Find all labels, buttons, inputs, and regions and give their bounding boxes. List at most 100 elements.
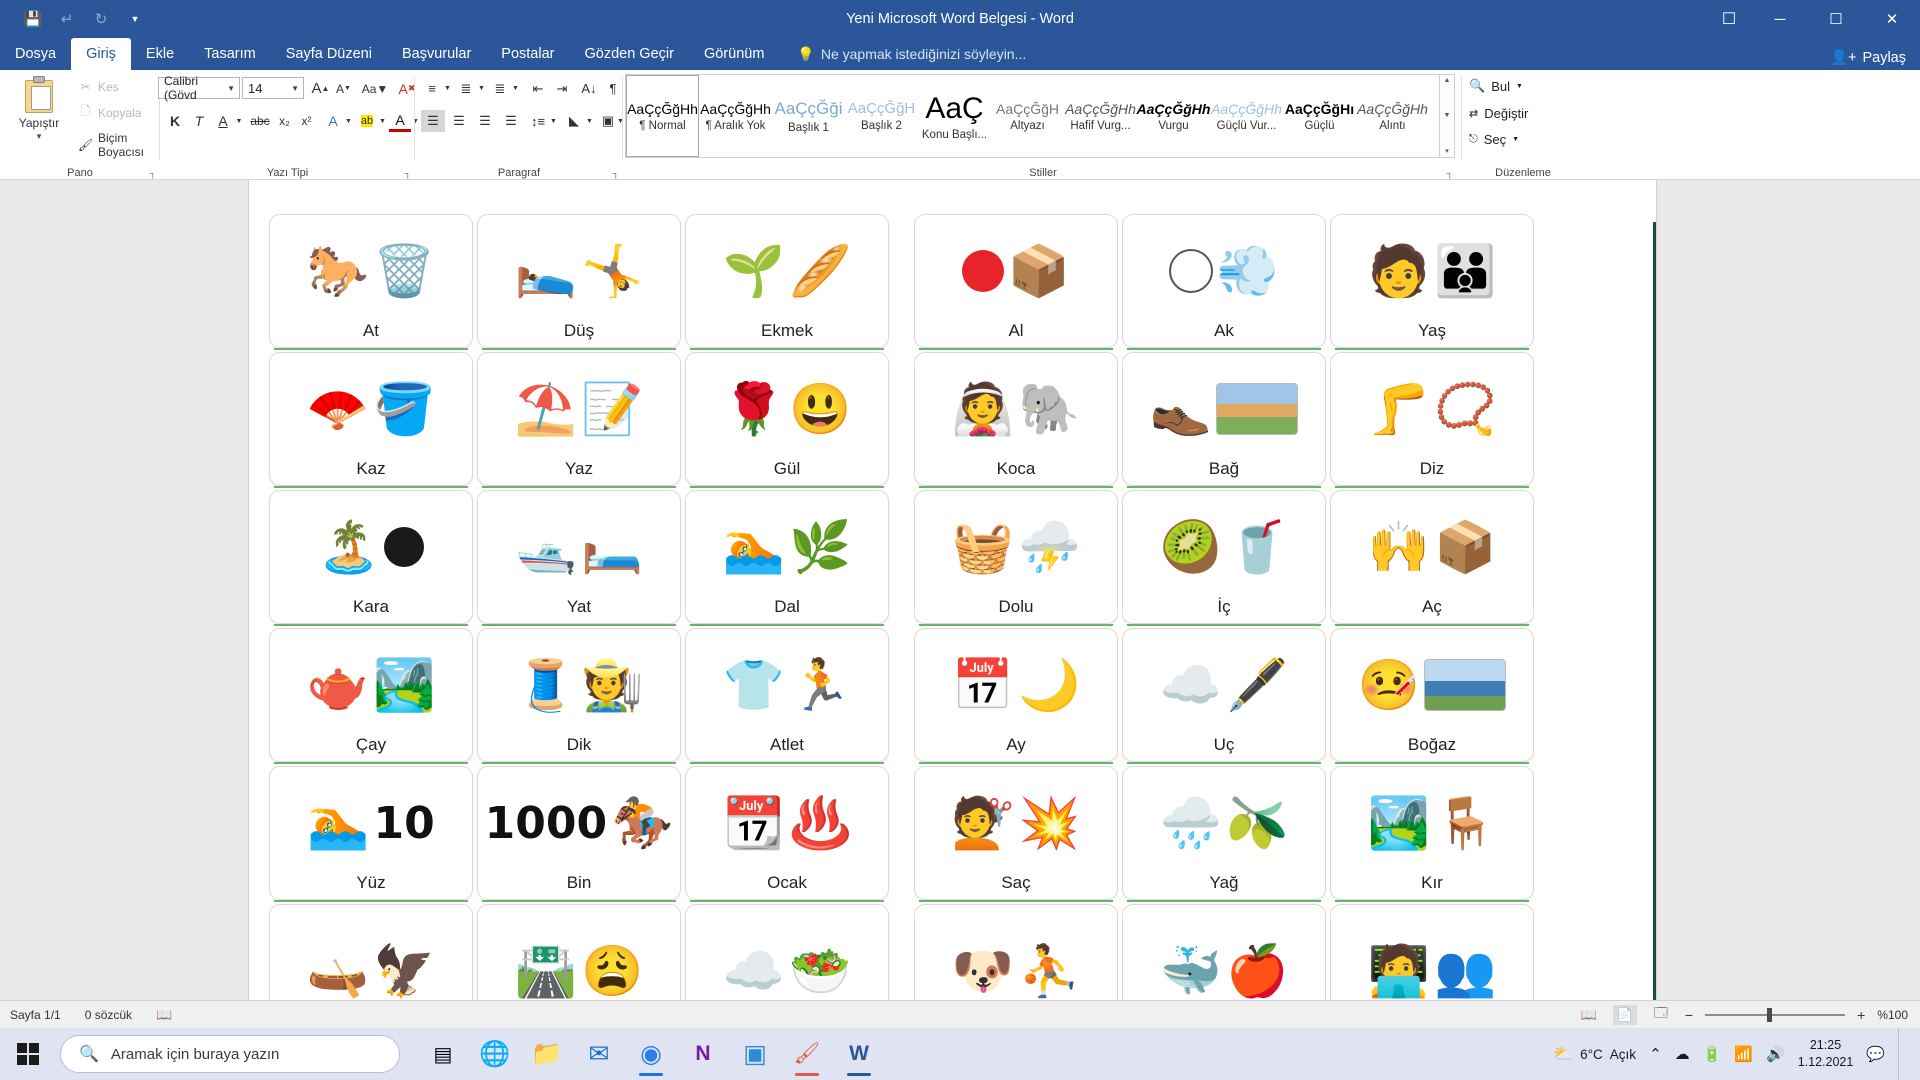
font-color-button[interactable]: A [389, 110, 411, 132]
replace-button[interactable]: ⇄ Değiştir [1469, 106, 1528, 121]
sort-button[interactable]: A↓ [577, 78, 601, 99]
web-layout-button[interactable]: 🗔 [1649, 1005, 1673, 1025]
subscript-button[interactable]: x₂ [274, 110, 295, 132]
select-caret-icon[interactable]: ▼ [1512, 136, 1519, 143]
shading-caret-icon[interactable]: ▼ [584, 110, 595, 132]
tab-tasarim[interactable]: Tasarım [189, 38, 271, 70]
scroll-up-icon[interactable]: ▲ [1444, 77, 1451, 84]
text-highlight-caret-icon[interactable]: ▼ [377, 110, 388, 132]
text-highlight-button[interactable]: ab [356, 110, 378, 132]
vocabulary-card[interactable]: 📆 ♨️ Ocak [685, 766, 889, 902]
battery-icon[interactable]: 🔋 [1703, 1045, 1722, 1063]
copy-button[interactable]: 🗋 Kopyala [78, 104, 142, 120]
style-vurgu[interactable]: AaÇçĞğHh Vurgu [1137, 75, 1211, 157]
style-baslik-2[interactable]: AaÇçĞğH Başlık 2 [845, 75, 918, 157]
styles-dialog-launcher[interactable]: ┐ [1447, 168, 1453, 178]
zoom-level-label[interactable]: %100 [1877, 1008, 1908, 1022]
edge-icon[interactable]: 🌐 [474, 1031, 516, 1077]
document-canvas[interactable]: 🐎 🗑️ At 🛌 🤸 Düş 🌱 🥖 Ekmek 📦 Al 💨 Ak 🧑 👪 Yaş 🪭 🪣 Kaz ⛱️ 📝 Yaz 🌹… [0, 180, 1920, 1000]
change-case-button[interactable]: Aa▼ [360, 78, 390, 99]
document-page[interactable]: 🐎 🗑️ At 🛌 🤸 Düş 🌱 🥖 Ekmek 📦 Al 💨 Ak 🧑 👪 Yaş 🪭 🪣 Kaz ⛱️ 📝 Yaz 🌹… [249, 180, 1656, 1000]
style-aralik-yok[interactable]: AaÇçĞğHh ¶ Aralık Yok [699, 75, 772, 157]
vocabulary-card[interactable]: 🏞️ 🪑 Kır [1330, 766, 1534, 902]
style-normal[interactable]: AaÇçĞğHh ¶ Normal [626, 75, 699, 157]
font-name-combobox[interactable]: Calibri (Gövd ▼ [158, 74, 240, 102]
redo-icon[interactable]: ↻ [86, 6, 116, 32]
text-effects-button[interactable]: A [322, 110, 344, 132]
ribbon-display-options-icon[interactable]: ☐ [1706, 0, 1752, 38]
styles-gallery-scrollbar[interactable]: ▲ ▼ ▾ [1440, 74, 1455, 158]
file-explorer-icon[interactable]: 📁 [526, 1031, 568, 1077]
vocabulary-card[interactable]: 🏊 🌿 Dal [685, 490, 889, 626]
tab-gozden-gecir[interactable]: Gözden Geçir [569, 38, 688, 70]
tab-giris[interactable]: Giriş [71, 38, 131, 70]
chrome-icon[interactable]: ◉ [630, 1031, 672, 1077]
vocabulary-card[interactable]: 💨 Ak [1122, 214, 1326, 350]
vocabulary-card[interactable]: 🛣️ 😩 [477, 904, 681, 1000]
vocabulary-card[interactable]: 🌧️ 🫒 Yağ [1122, 766, 1326, 902]
show-formatting-marks-button[interactable]: ¶ [603, 78, 623, 99]
align-left-button[interactable]: ☰ [421, 110, 445, 132]
read-mode-button[interactable]: 📖 [1577, 1005, 1601, 1025]
style-konu-basligi[interactable]: AaÇ Konu Başlı... [918, 75, 991, 157]
italic-button[interactable]: T [188, 110, 210, 132]
taskbar-search-box[interactable]: 🔍 Aramak için buraya yazın [60, 1035, 400, 1073]
vocabulary-card[interactable]: 🧺 ⛈️ Dolu [914, 490, 1118, 626]
vocabulary-card[interactable]: 🧵 🧑‍🌾 Dik [477, 628, 681, 764]
vocabulary-card[interactable]: 🛥️ 🛏️ Yat [477, 490, 681, 626]
style-altyazi[interactable]: AaÇçĞğH Altyazı [991, 75, 1064, 157]
scroll-down-icon[interactable]: ▼ [1444, 112, 1451, 119]
grow-font-button[interactable]: A ▲ [310, 78, 331, 99]
format-painter-button[interactable]: 🖌 Biçim Boyacısı [78, 131, 160, 159]
pano-dialog-launcher[interactable]: ┐ [150, 168, 156, 178]
undo-icon[interactable]: ↵ [52, 6, 82, 32]
paste-button[interactable]: Yapıştır ▼ [6, 76, 72, 141]
vocabulary-card[interactable]: 🦵 📿 Diz [1330, 352, 1534, 488]
zoom-slider-thumb[interactable] [1767, 1007, 1773, 1022]
find-button[interactable]: 🔍 Bul ▼ [1469, 78, 1523, 94]
styles-gallery[interactable]: AaÇçĞğHh ¶ Normal AaÇçĞğHh ¶ Aralık Yok … [625, 74, 1440, 158]
vocabulary-card[interactable]: 👰 🐘 Koca [914, 352, 1118, 488]
font-name-caret-icon[interactable]: ▼ [227, 84, 239, 93]
superscript-button[interactable]: x² [296, 110, 317, 132]
bold-button[interactable]: K [164, 110, 186, 132]
cut-button[interactable]: ✂ Kes [78, 79, 118, 94]
print-layout-button[interactable]: 📄 [1612, 1004, 1637, 1025]
zoom-out-button[interactable]: − [1685, 1007, 1693, 1023]
zoom-in-button[interactable]: + [1857, 1007, 1865, 1023]
styles-more-icon[interactable]: ▾ [1445, 147, 1449, 155]
shading-button[interactable]: ◣ [563, 110, 585, 132]
line-spacing-caret-icon[interactable]: ▼ [548, 110, 559, 132]
show-desktop-button[interactable] [1898, 1028, 1910, 1080]
vocabulary-card[interactable]: 🌹 😃 Gül [685, 352, 889, 488]
vocabulary-card[interactable]: 🛌 🤸 Düş [477, 214, 681, 350]
tell-me-search[interactable]: 💡 Ne yapmak istediğinizi söyleyin... [779, 38, 1026, 70]
multilevel-list-button[interactable]: ≣ [489, 78, 511, 99]
vocabulary-card[interactable]: 🏝️ Kara [269, 490, 473, 626]
multilevel-list-caret-icon[interactable]: ▼ [510, 78, 521, 99]
restore-button[interactable]: ☐ [1808, 0, 1864, 38]
underline-caret-icon[interactable]: ▼ [233, 110, 245, 132]
numbering-button[interactable]: ≣ [455, 78, 477, 99]
share-button[interactable]: 👤+ Paylaş [1830, 49, 1906, 67]
paragraph-dialog-launcher[interactable]: ┐ [613, 168, 619, 178]
zoom-slider[interactable] [1705, 1007, 1846, 1022]
justify-button[interactable]: ☰ [499, 110, 523, 132]
vocabulary-card[interactable]: 🤒 Boğaz [1330, 628, 1534, 764]
find-caret-icon[interactable]: ▼ [1516, 83, 1523, 90]
word-count[interactable]: 0 sözcük [85, 1008, 132, 1022]
vocabulary-card[interactable]: 🐳 🍎 [1122, 904, 1326, 1000]
volume-icon[interactable]: 🔊 [1766, 1045, 1785, 1063]
select-button[interactable]: ⎋ Seç ▼ [1469, 132, 1519, 147]
tab-postalar[interactable]: Postalar [486, 38, 569, 70]
store-icon[interactable]: ▣ [734, 1031, 776, 1077]
page-indicator[interactable]: Sayfa 1/1 [10, 1008, 61, 1022]
align-center-button[interactable]: ☰ [447, 110, 471, 132]
style-hafif-vurgu[interactable]: AaÇçĞğHh Hafif Vurg... [1064, 75, 1137, 157]
font-size-caret-icon[interactable]: ▼ [291, 84, 303, 93]
style-guclu-vurgu[interactable]: AaÇçĞğHh Güçlü Vur... [1210, 75, 1283, 157]
taskbar-clock[interactable]: 21:25 1.12.2021 [1798, 1037, 1854, 1071]
increase-indent-button[interactable]: ⇥ [551, 78, 573, 99]
underline-button[interactable]: A [212, 110, 234, 132]
save-icon[interactable]: 💾 [18, 6, 48, 32]
